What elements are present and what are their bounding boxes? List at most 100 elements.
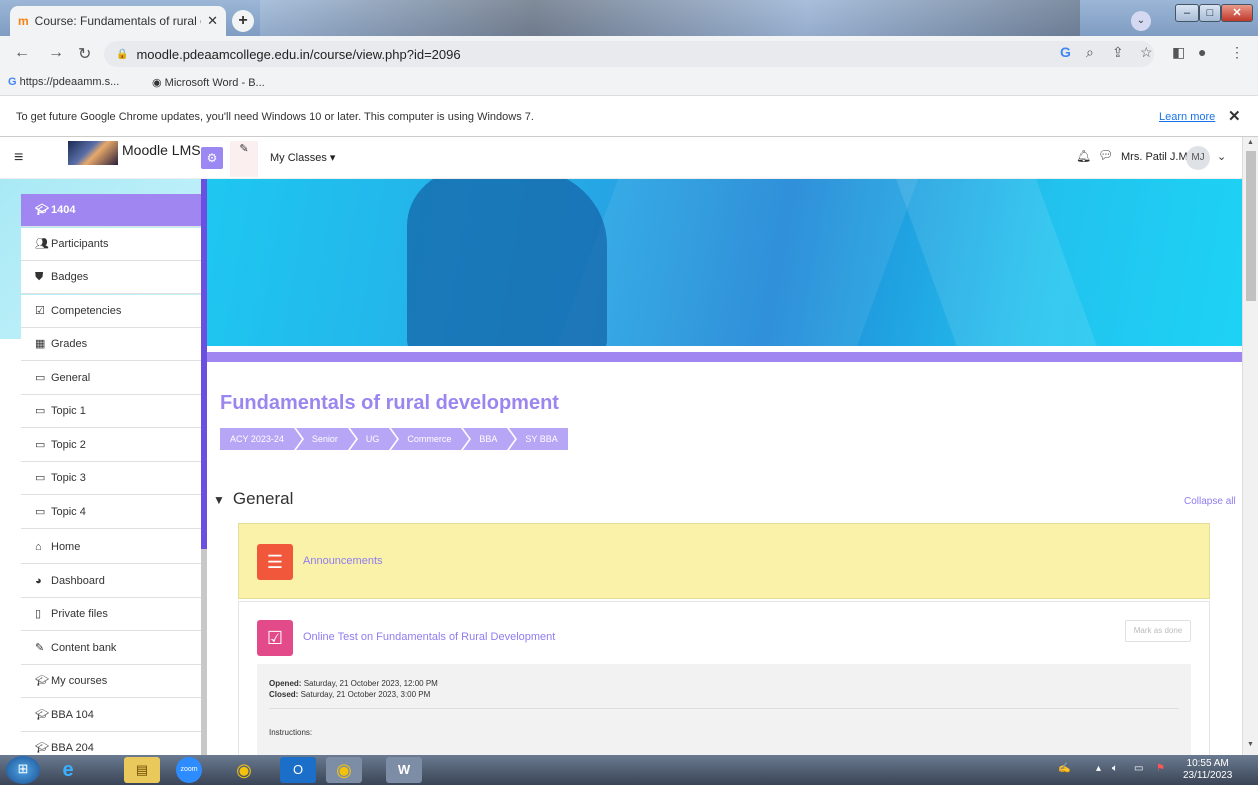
quiz-activity: ☑ Online Test on Fundamentals of Rural D… — [238, 601, 1210, 756]
forum-icon[interactable]: ☰ — [257, 544, 293, 580]
internet-explorer-icon[interactable]: e — [50, 757, 86, 783]
sidebar-item-1404[interactable]: 🎓︎ 1404 — [21, 194, 201, 227]
hamburger-menu-icon[interactable]: ≡ — [14, 149, 23, 167]
close-tab-icon[interactable]: ✕ — [207, 13, 218, 29]
scroll-down-arrow-icon[interactable]: ▼ — [1247, 741, 1254, 748]
home-icon: ⌂ — [35, 541, 42, 553]
user-menu-chevron-down-icon[interactable]: ⌄ — [1217, 150, 1226, 163]
sidebar-item-bba-104[interactable]: 🎓︎ BBA 104 — [21, 698, 201, 732]
banner-ray — [556, 179, 918, 346]
sidebar-item-competencies[interactable]: ☑ Competencies — [21, 294, 201, 328]
share-icon[interactable]: ⇪ — [1112, 44, 1124, 61]
google-translate-icon[interactable]: G — [1060, 44, 1071, 60]
sidebar-item-label: Grades — [51, 338, 88, 350]
scroll-up-arrow-icon[interactable]: ▲ — [1247, 139, 1254, 146]
start-button[interactable]: ⊞ — [6, 756, 40, 784]
user-name[interactable]: Mrs. Patil J.M. — [1121, 151, 1191, 163]
sidebar-item-topic-4[interactable]: ▭ Topic 4 — [21, 495, 201, 529]
quiz-link[interactable]: Online Test on Fundamentals of Rural Dev… — [303, 631, 555, 643]
action-center-icon[interactable]: ⚑ — [1156, 763, 1165, 774]
graduation-cap-icon: 🎓︎ — [35, 675, 49, 687]
back-arrow-icon[interactable]: ← — [14, 44, 30, 62]
announcements-activity: ☰ Announcements — [238, 523, 1210, 599]
page-title: Fundamentals of rural development — [220, 392, 559, 414]
sidebar-item-dashboard[interactable]: ◕ Dashboard — [21, 564, 201, 598]
bookmark-pdeaamm[interactable]: G https://pdeaamm.s... — [8, 76, 119, 88]
browser-tab[interactable]: m Course: Fundamentals of rural de ✕ — [10, 6, 226, 36]
site-logo[interactable] — [68, 141, 118, 165]
moodle-navbar: ≡ Moodle LMS. ⚙ ✎ My Classes ▾ 🔔︎ 💬︎ Mrs… — [0, 137, 1242, 179]
sidebar-item-badges[interactable]: ⛊ Badges — [21, 261, 201, 294]
breadcrumb-item[interactable]: BBA — [463, 428, 516, 450]
mark-as-done-button[interactable]: Mark as done — [1125, 620, 1191, 642]
quiz-check-icon[interactable]: ☑ — [257, 620, 293, 656]
bookmark-word[interactable]: ◉ Microsoft Word - B... — [152, 76, 265, 89]
breadcrumb-item[interactable]: ACY 2023-24 — [220, 428, 302, 450]
chrome-icon[interactable]: ◉ — [226, 757, 262, 783]
zoom-icon[interactable]: ⌕ — [1086, 44, 1094, 61]
sidebar-item-participants[interactable]: 👥︎ Participants — [21, 227, 201, 261]
course-banner-image — [207, 179, 1242, 346]
collapse-all-link[interactable]: Collapse all — [1184, 496, 1236, 507]
reload-icon[interactable]: ↻ — [78, 44, 91, 64]
volume-icon[interactable]: 🔈︎ — [1112, 763, 1118, 774]
page-scrollbar[interactable]: ▲ ▼ — [1242, 137, 1258, 755]
instructions-text: Instructions: — [269, 728, 313, 737]
sidebar-item-home[interactable]: ⌂ Home — [21, 531, 201, 564]
shield-icon: ⛊ — [35, 271, 44, 283]
breadcrumb: ACY 2023-24 Senior UG Commerce BBA SY BB… — [220, 428, 570, 450]
url-input[interactable]: 🔒 moodle.pdeaamcollege.edu.in/course/vie… — [104, 41, 1154, 67]
notifications-bell-icon[interactable]: 🔔︎ — [1076, 149, 1091, 163]
sidebar-item-topic-2[interactable]: ▭ Topic 2 — [21, 428, 201, 462]
my-classes-menu[interactable]: My Classes ▾ — [270, 151, 335, 164]
infobar-close-icon[interactable]: ✕ — [1228, 107, 1241, 125]
chrome-window-icon[interactable]: ◉ — [326, 757, 362, 783]
new-tab-button[interactable]: + — [232, 10, 254, 32]
chrome-menu-icon[interactable]: ⋮ — [1230, 44, 1244, 61]
section-header-general[interactable]: ▼ General — [213, 489, 293, 509]
sidebar-item-grades[interactable]: ▦ Grades — [21, 328, 201, 361]
avatar[interactable]: MJ — [1186, 146, 1210, 170]
close-window-button[interactable]: ✕ — [1221, 4, 1253, 22]
breadcrumb-item[interactable]: Senior — [295, 428, 356, 450]
globe-icon: ◉ — [152, 77, 162, 89]
tab-search-button[interactable]: ⌄ — [1131, 11, 1151, 31]
edit-mode-icon[interactable]: ✎ — [230, 141, 258, 177]
pen-tray-icon[interactable]: ✍ — [1058, 763, 1070, 774]
profile-icon[interactable]: ● — [1198, 44, 1206, 60]
site-name[interactable]: Moodle LMS. — [122, 142, 204, 158]
minimize-window-button[interactable]: – — [1175, 4, 1199, 22]
learn-more-link[interactable]: Learn more — [1159, 111, 1215, 123]
announcements-link[interactable]: Announcements — [303, 555, 383, 567]
sidebar-item-my-courses[interactable]: 🎓︎ My courses — [21, 665, 201, 698]
messages-chat-icon[interactable]: 💬︎ — [1098, 148, 1113, 162]
network-icon[interactable]: ▭ — [1134, 763, 1143, 774]
taskbar-clock[interactable]: 10:55 AM 23/11/2023 — [1183, 758, 1232, 782]
file-explorer-icon[interactable]: ▤ — [124, 757, 160, 783]
settings-gear-icon[interactable]: ⚙ — [201, 147, 223, 169]
bookmark-star-icon[interactable]: ☆ — [1140, 44, 1153, 61]
forward-arrow-icon[interactable]: → — [48, 44, 64, 62]
drawer-scrollbar[interactable] — [201, 549, 207, 755]
divider — [269, 708, 1179, 709]
sidebar-item-topic-1[interactable]: ▭ Topic 1 — [21, 395, 201, 428]
graduation-cap-icon: 🎓︎ — [35, 204, 49, 216]
word-icon[interactable]: W — [386, 757, 422, 783]
folder-icon: ▭ — [35, 472, 46, 484]
zoom-icon[interactable]: zoom — [176, 757, 202, 783]
sidebar-item-topic-3[interactable]: ▭ Topic 3 — [21, 462, 201, 495]
check-square-icon: ☑ — [35, 304, 45, 317]
sidebar-item-content-bank[interactable]: ✎ Content bank — [21, 631, 201, 665]
side-panel-icon[interactable]: ◧ — [1172, 44, 1185, 61]
maximize-window-button[interactable]: □ — [1199, 4, 1221, 22]
folder-icon: ▭ — [35, 371, 46, 384]
breadcrumb-item[interactable]: Commerce — [391, 428, 470, 450]
sidebar-item-label: Badges — [51, 271, 89, 283]
sidebar-item-general[interactable]: ▭ General — [21, 361, 201, 395]
outlook-icon[interactable]: O — [280, 757, 316, 783]
scrollbar-thumb[interactable] — [1246, 151, 1256, 301]
chevron-down-icon[interactable]: ▼ — [213, 493, 225, 507]
breadcrumb-item[interactable]: SY BBA — [509, 428, 568, 450]
show-hidden-icons-icon[interactable]: ▴ — [1096, 763, 1101, 774]
sidebar-item-private-files[interactable]: ▯ Private files — [21, 598, 201, 631]
